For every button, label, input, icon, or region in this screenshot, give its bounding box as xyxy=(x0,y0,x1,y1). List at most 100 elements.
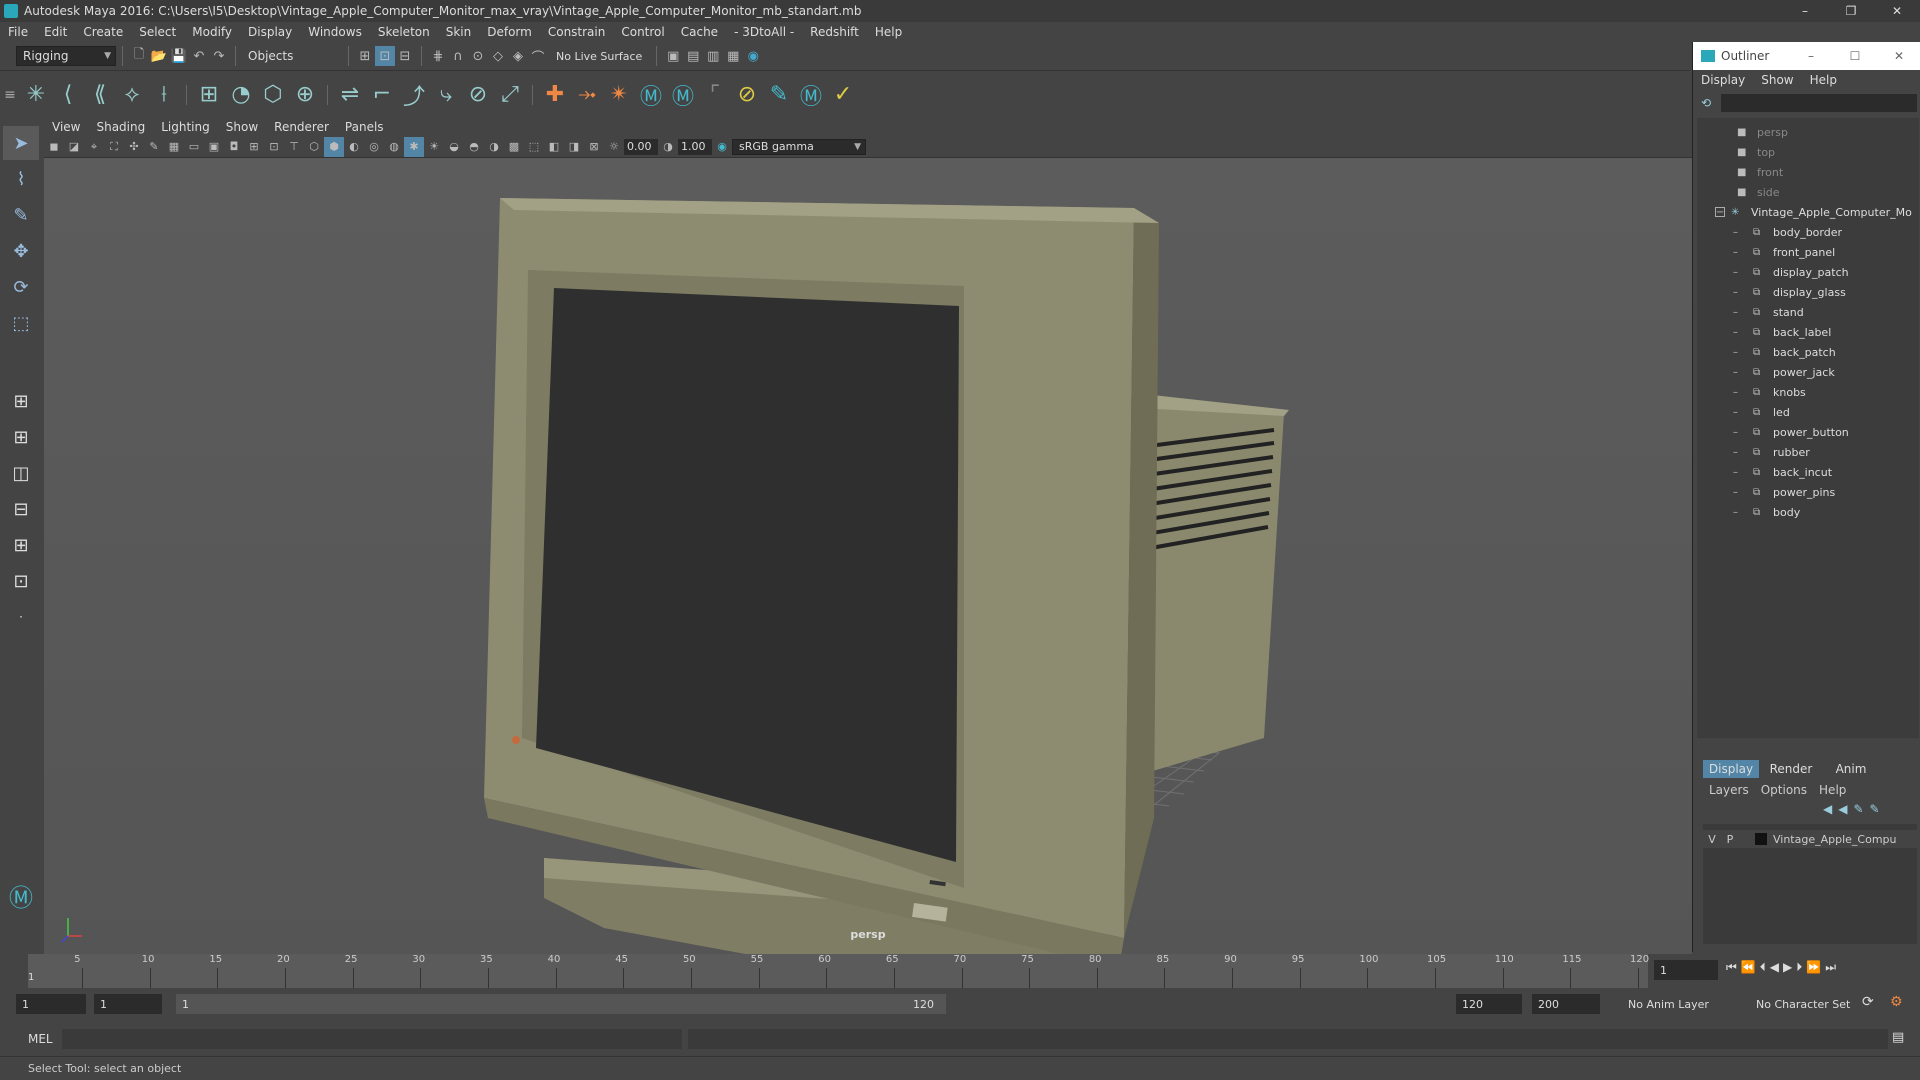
play-forward-icon[interactable]: ▶ xyxy=(1783,960,1792,975)
menu-redshift[interactable]: Redshift xyxy=(802,25,867,39)
bookmark-icon[interactable]: ⌖ xyxy=(84,137,104,157)
playback-end-field[interactable]: 120 xyxy=(1456,994,1522,1014)
outliner-mesh-item[interactable]: – ⧉ front_panel xyxy=(1733,242,1835,262)
outliner-mesh-item[interactable]: – ⧉ display_patch xyxy=(1733,262,1849,282)
blank-shelf-icon[interactable]: ⌜ xyxy=(699,79,731,111)
layout-single-icon[interactable]: ⊞ xyxy=(3,384,39,418)
xray-joints-icon[interactable]: ◨ xyxy=(564,137,584,157)
smooth-shade-icon[interactable]: ⬢ xyxy=(324,136,344,157)
insert-joint-icon[interactable]: ⟡ xyxy=(116,79,148,111)
minimize-button[interactable]: – xyxy=(1782,0,1828,22)
shadows-icon[interactable]: ☀ xyxy=(424,137,444,157)
play-backward-icon[interactable]: ◀ xyxy=(1770,960,1779,975)
menu-windows[interactable]: Windows xyxy=(300,25,370,39)
move-tool-icon[interactable]: ✥ xyxy=(3,234,39,268)
script-editor-icon[interactable]: ▤ xyxy=(1892,1030,1904,1045)
layer-tab-anim[interactable]: Anim xyxy=(1823,760,1879,778)
snap-curve-icon[interactable]: ∩ xyxy=(448,46,468,66)
render-globe-icon[interactable]: ◉ xyxy=(743,46,763,66)
snap-grid-icon[interactable]: ⋕ xyxy=(428,46,448,66)
menu-cache[interactable]: Cache xyxy=(673,25,726,39)
layout-two-icon[interactable]: ◫ xyxy=(3,456,39,490)
menu-deform[interactable]: Deform xyxy=(479,25,540,39)
step-back-key-icon[interactable]: ⏪ xyxy=(1741,960,1756,975)
outliner-camera-item[interactable]: ■ persp xyxy=(1737,122,1788,142)
layer-tab-display[interactable]: Display xyxy=(1703,760,1759,778)
scene-3d-view[interactable] xyxy=(44,158,1692,954)
grid-toggle-icon[interactable]: ▦ xyxy=(164,137,184,157)
bind-skin-icon[interactable]: ⇌ xyxy=(334,79,366,111)
resolution-gate-icon[interactable]: ▣ xyxy=(204,137,224,157)
vp-menu-panels[interactable]: Panels xyxy=(337,120,392,134)
maya-logo-alt-icon[interactable]: Ⓜ xyxy=(667,79,699,111)
menuset-dropdown[interactable]: Rigging ▼ xyxy=(16,46,116,66)
select-component-icon[interactable]: ⊟ xyxy=(395,46,415,66)
textured-icon[interactable]: ◍ xyxy=(384,137,404,157)
use-lights-icon[interactable]: ✱ xyxy=(404,136,424,157)
time-slider[interactable]: 1 5 10 15 20 25 30 35 40 45 50 55 60 65 70 75 80 85 90 95 10… xyxy=(0,954,1920,988)
image-plane-icon[interactable]: ⛶ xyxy=(104,137,124,157)
toolbox-more-icon[interactable]: · xyxy=(3,600,39,634)
range-slider[interactable]: 1 120 xyxy=(176,994,946,1014)
ik-spline-icon[interactable]: ⟪ xyxy=(84,79,116,111)
paint-tool-icon[interactable]: ✎ xyxy=(763,79,795,111)
layer-tab-render[interactable]: Render xyxy=(1763,760,1819,778)
menu-file[interactable]: File xyxy=(0,25,36,39)
snap-surface-icon[interactable]: ◈ xyxy=(508,46,528,66)
viewport-panel[interactable]: View Shading Lighting Show Renderer Pane… xyxy=(44,118,1692,954)
new-layer-selected-icon[interactable]: ✎ xyxy=(1870,802,1880,816)
end-time-field[interactable]: 200 xyxy=(1532,994,1600,1014)
gate-mask-icon[interactable]: ◘ xyxy=(224,137,244,157)
menu-create[interactable]: Create xyxy=(75,25,131,39)
selection-mask-dropdown[interactable]: Objects xyxy=(242,46,342,66)
lattice-icon[interactable]: ⊞ xyxy=(193,79,225,111)
step-forward-frame-icon[interactable]: ⏵ xyxy=(1796,960,1802,975)
menu-constrain[interactable]: Constrain xyxy=(540,25,614,39)
open-scene-icon[interactable]: 📂 xyxy=(149,46,169,66)
outliner-mesh-item[interactable]: – ⧉ knobs xyxy=(1733,382,1806,402)
layer-color-swatch[interactable] xyxy=(1755,833,1767,845)
ik-handle-icon[interactable]: ⟨ xyxy=(52,79,84,111)
menu-help[interactable]: Help xyxy=(867,25,910,39)
collapse-icon[interactable]: − xyxy=(1715,207,1725,218)
color-management-icon[interactable]: ◉ xyxy=(712,137,732,157)
outliner-mesh-item[interactable]: – ⧉ back_label xyxy=(1733,322,1831,342)
snap-plane-icon[interactable]: ◇ xyxy=(488,46,508,66)
mirror-joint-icon[interactable]: ⟊ xyxy=(148,79,180,111)
field-chart-icon[interactable]: ⊞ xyxy=(244,137,264,157)
menu-3dtoall[interactable]: - 3DtoAll - xyxy=(726,25,802,39)
menu-skin[interactable]: Skin xyxy=(438,25,480,39)
playback-start-field[interactable]: 1 xyxy=(94,994,162,1014)
layout-four-icon[interactable]: ⊞ xyxy=(3,420,39,454)
film-gate-icon[interactable]: ▭ xyxy=(184,137,204,157)
start-time-field[interactable]: 1 xyxy=(16,994,86,1014)
detach-skin-icon[interactable]: ⊘ xyxy=(462,79,494,111)
view-transform-dropdown[interactable]: sRGB gamma ▼ xyxy=(732,138,866,155)
outliner-minimize-button[interactable]: – xyxy=(1789,42,1833,70)
smooth-bind-icon[interactable]: ⌐ xyxy=(366,79,398,111)
select-tool-icon[interactable]: ➤ xyxy=(3,126,39,160)
vp-menu-lighting[interactable]: Lighting xyxy=(153,120,218,134)
gamma-field[interactable]: 1.00 xyxy=(678,138,712,155)
wrap-icon[interactable]: ⬡ xyxy=(257,79,289,111)
layer-row[interactable]: V P Vintage_Apple_Compu xyxy=(1703,830,1917,848)
hypershade-icon[interactable]: ▦ xyxy=(723,46,743,66)
layout-hypershade-icon[interactable]: ⊡ xyxy=(3,564,39,598)
paint-weights-icon[interactable]: ⤴ xyxy=(398,79,430,111)
safe-action-icon[interactable]: ⊡ xyxy=(264,137,284,157)
restore-button[interactable]: ❐ xyxy=(1828,0,1874,22)
gamma-icon[interactable]: ◑ xyxy=(658,137,678,157)
layer-menu-help[interactable]: Help xyxy=(1813,783,1852,797)
current-frame-field[interactable]: 1 xyxy=(1654,960,1718,980)
vp-menu-view[interactable]: View xyxy=(44,120,88,134)
ipr-render-icon[interactable]: ▤ xyxy=(683,46,703,66)
outliner-menu-help[interactable]: Help xyxy=(1802,73,1845,87)
go-to-end-icon[interactable]: ⏭ xyxy=(1825,960,1836,975)
outliner-camera-item[interactable]: ■ top xyxy=(1737,142,1775,162)
locator-icon[interactable]: ✚ xyxy=(539,79,571,111)
xray-icon[interactable]: ◧ xyxy=(544,137,564,157)
step-back-frame-icon[interactable]: ⏴ xyxy=(1760,960,1766,975)
menu-control[interactable]: Control xyxy=(613,25,672,39)
layout-graph-icon[interactable]: ⊞ xyxy=(3,528,39,562)
menu-modify[interactable]: Modify xyxy=(184,25,240,39)
